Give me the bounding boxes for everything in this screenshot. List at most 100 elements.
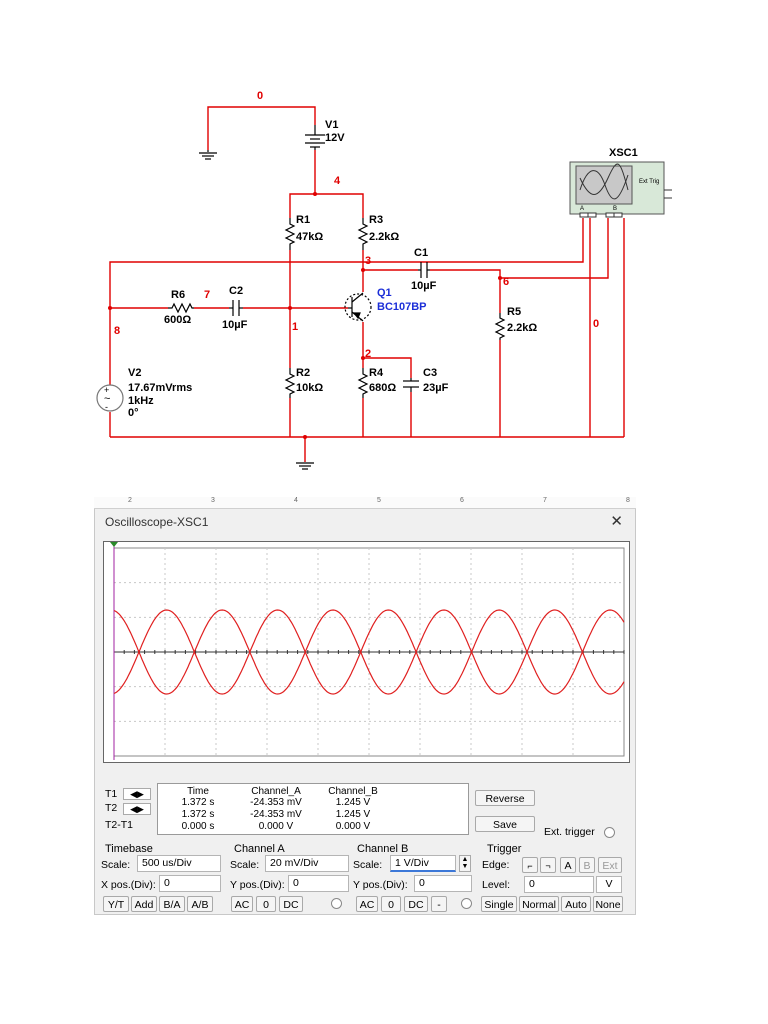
ba-button[interactable]: B/A	[159, 896, 185, 912]
channel-b-ac-button[interactable]: AC	[356, 896, 378, 912]
arrow-right-icon[interactable]: ▶	[137, 804, 144, 814]
trigger-auto-button[interactable]: Auto	[561, 896, 591, 912]
resistor-r2-symbol	[284, 368, 296, 398]
window-title: Oscilloscope-XSC1	[105, 515, 209, 529]
ground-symbol	[296, 462, 314, 470]
wire-net4	[289, 150, 316, 218]
t1-channel-b: 1.245 V	[335, 797, 371, 808]
yt-button[interactable]: Y/T	[103, 896, 129, 912]
trigger-level-field[interactable]: 0	[524, 876, 594, 893]
c1-name: C1	[414, 247, 428, 259]
r1-value: 47kΩ	[296, 231, 323, 243]
v1-name: V1	[325, 119, 338, 131]
close-icon[interactable]: ✕	[610, 512, 623, 530]
q1-value: BC107BP	[377, 301, 427, 313]
wire-net4b	[315, 193, 364, 218]
wire-net6	[430, 269, 501, 313]
measurement-table: Time Channel_A Channel_B 1.372 s -24.353…	[157, 783, 469, 835]
net-label-0: 0	[257, 90, 263, 102]
trigger-b-button[interactable]: B	[579, 857, 595, 873]
rising-edge-icon[interactable]: ⌐	[522, 857, 538, 873]
net-label-8: 8	[114, 325, 120, 337]
channel-b-radio[interactable]	[461, 898, 472, 909]
t1-cursor-arrows[interactable]: ◀▶	[123, 788, 151, 800]
xsc1-name: XSC1	[609, 147, 638, 159]
channel-a-zero-button[interactable]: 0	[256, 896, 276, 912]
q1-name: Q1	[377, 287, 392, 299]
channel-a-dc-button[interactable]: DC	[279, 896, 303, 912]
ext-trig-label: Ext Trig	[639, 179, 659, 185]
junction-dot	[288, 306, 292, 310]
channel-b-dc-button[interactable]: DC	[404, 896, 428, 912]
channel-a-scale-field[interactable]: 20 mV/Div	[265, 855, 349, 872]
junction-dot	[108, 306, 112, 310]
r2-name: R2	[296, 367, 310, 379]
v2-name: V2	[128, 367, 141, 379]
trigger-single-button[interactable]: Single	[481, 896, 517, 912]
r4-name: R4	[369, 367, 384, 379]
junction-dot	[361, 268, 365, 272]
arrow-left-icon[interactable]: ◀	[130, 789, 137, 799]
channel-b-scale-spinner[interactable]: ▲ ▼	[459, 855, 471, 872]
ab-button[interactable]: A/B	[187, 896, 213, 912]
channel-a-radio[interactable]	[331, 898, 342, 909]
trigger-none-button[interactable]: None	[593, 896, 623, 912]
trigger-edge-label: Edge:	[482, 859, 510, 871]
arrow-left-icon[interactable]: ◀	[130, 804, 137, 814]
ext-trigger-radio[interactable]	[604, 827, 615, 838]
c2-value: 10µF	[222, 319, 248, 331]
trigger-normal-button[interactable]: Normal	[519, 896, 559, 912]
header-channel-a: Channel_A	[251, 786, 301, 797]
trigger-level-unit[interactable]: V	[596, 876, 622, 893]
c2-name: C2	[229, 285, 243, 297]
t2-cursor-arrows[interactable]: ◀▶	[123, 803, 151, 815]
timebase-xpos-field[interactable]: 0	[159, 875, 221, 892]
trigger-ext-button[interactable]: Ext	[598, 857, 622, 873]
channel-b-zero-button[interactable]: 0	[381, 896, 401, 912]
r1-name: R1	[296, 214, 310, 226]
waveform-display	[110, 542, 625, 760]
ac-source-v2-symbol: ~ + -	[96, 384, 124, 412]
t1-label: T1	[105, 788, 118, 800]
channel-b-ypos-field[interactable]: 0	[414, 875, 472, 892]
channel-a-title: Channel A	[234, 843, 285, 855]
channel-b-minus-button[interactable]: -	[431, 896, 447, 912]
ruler-mark: 2	[128, 497, 132, 504]
r5-value: 2.2kΩ	[507, 322, 537, 334]
reverse-button[interactable]: Reverse	[475, 790, 535, 806]
ruler-mark: 3	[211, 497, 215, 504]
net-label-0-right: 0	[593, 318, 599, 330]
add-button[interactable]: Add	[131, 896, 157, 912]
r3-name: R3	[369, 214, 383, 226]
net-label-2: 2	[365, 348, 371, 360]
falling-edge-icon[interactable]: ¬	[540, 857, 556, 873]
delta-channel-b: 0.000 V	[335, 821, 371, 832]
ground-symbol	[199, 150, 217, 160]
delta-time: 0.000 s	[181, 821, 215, 832]
channel-a-terminal: A	[580, 206, 584, 212]
resistor-r5-symbol	[494, 313, 506, 340]
c3-name: C3	[423, 367, 437, 379]
channel-b-terminal: B	[613, 206, 617, 212]
channel-a-ac-button[interactable]: AC	[231, 896, 253, 912]
save-button[interactable]: Save	[475, 816, 535, 832]
channel-a-ypos-field[interactable]: 0	[288, 875, 349, 892]
ruler-mark: 7	[543, 497, 547, 504]
timebase-scale-field[interactable]: 500 us/Div	[137, 855, 221, 872]
channel-b-title: Channel B	[357, 843, 409, 855]
net-label-1: 1	[292, 321, 298, 333]
resistor-r1-symbol	[284, 218, 296, 250]
wire-net0-top	[207, 106, 316, 150]
trigger-a-button[interactable]: A	[560, 857, 576, 873]
ruler-mark: 6	[460, 497, 464, 504]
header-time: Time	[187, 786, 209, 797]
oscilloscope-xsc1-icon[interactable]: Ext Trig A B	[569, 161, 672, 218]
channel-b-scale-label: Scale:	[353, 859, 383, 871]
c3-value: 23µF	[423, 382, 449, 394]
t1-time: 1.372 s	[181, 797, 215, 808]
r3-value: 2.2kΩ	[369, 231, 399, 243]
arrow-right-icon[interactable]: ▶	[137, 789, 144, 799]
timebase-xpos-label: X pos.(Div):	[101, 879, 156, 891]
channel-b-scale-field[interactable]: 1 V/Div	[390, 855, 456, 872]
channel-a-scale-label: Scale:	[230, 859, 260, 871]
